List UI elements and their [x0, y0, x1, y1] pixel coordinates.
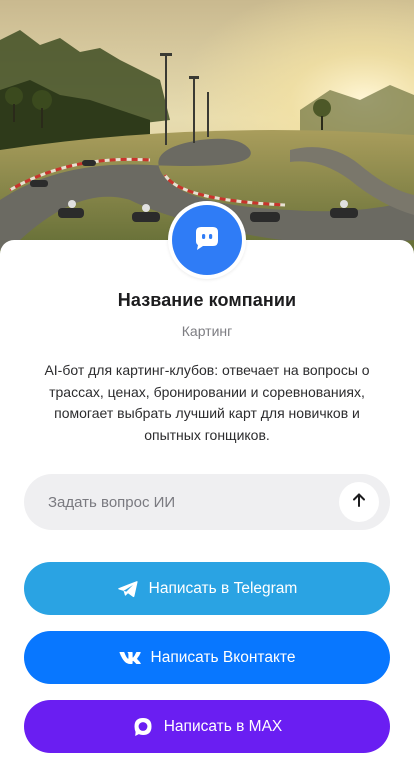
- chat-bot-icon: [192, 223, 222, 258]
- telegram-button[interactable]: Написать в Telegram: [24, 562, 390, 615]
- telegram-button-label: Написать в Telegram: [148, 579, 298, 597]
- avatar: [168, 201, 246, 279]
- company-description: AI-бот для картинг-клубов: отвечает на в…: [44, 362, 370, 443]
- max-button-label: Написать в MAX: [163, 717, 283, 735]
- page: Название компании Картинг AI-бот для кар…: [0, 0, 414, 770]
- vk-button[interactable]: Написать Вконтакте: [24, 631, 390, 684]
- arrow-up-icon: [351, 492, 367, 513]
- vk-button-label: Написать Вконтакте: [150, 648, 296, 666]
- ask-ai-box: [24, 474, 390, 530]
- max-icon: [132, 716, 154, 738]
- max-button[interactable]: Написать в MAX: [24, 700, 390, 753]
- send-button[interactable]: [339, 482, 379, 522]
- company-category: Картинг: [181, 323, 233, 339]
- avatar-background: [172, 205, 242, 275]
- ask-ai-input[interactable]: [24, 474, 334, 530]
- vk-icon: [119, 651, 141, 665]
- company-name: Название компании: [117, 290, 297, 310]
- telegram-icon: [117, 579, 139, 599]
